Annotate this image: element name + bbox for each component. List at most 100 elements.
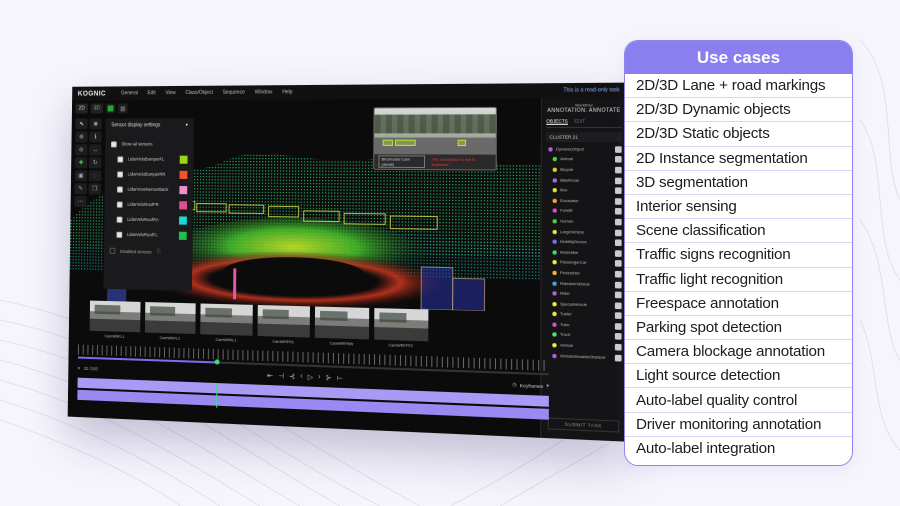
- sensor-row[interactable]: LidarVeloBumperFL: [111, 151, 188, 166]
- class-count-badge[interactable]: [614, 270, 622, 278]
- split-tool-button[interactable]: ⋯: [74, 196, 87, 208]
- class-item[interactable]: Bus: [546, 185, 622, 196]
- prev-keyframe-icon[interactable]: ⊣: [278, 372, 284, 381]
- class-count-badge[interactable]: [614, 249, 622, 257]
- sensor-checkbox[interactable]: [117, 155, 124, 162]
- camera-tool-button[interactable]: ◙: [89, 118, 102, 130]
- disabled-sensors-checkbox[interactable]: [109, 247, 116, 254]
- class-item[interactable]: Bicycle: [546, 165, 622, 176]
- fit-tool-button[interactable]: ⊖: [75, 144, 88, 156]
- sensor-row[interactable]: LidarVeloRoofRA: [110, 212, 187, 228]
- sensor-color-swatch[interactable]: [179, 185, 188, 194]
- camera-thumbnail[interactable]: CamWRRL1: [200, 303, 253, 346]
- show-all-checkbox[interactable]: [110, 140, 117, 147]
- camera-thumbnail[interactable]: CamWRFR1: [257, 304, 310, 348]
- sensor-color-swatch[interactable]: [178, 231, 187, 240]
- box-tool-button[interactable]: ▣: [74, 170, 88, 182]
- measure-tool-button[interactable]: ↔: [89, 144, 102, 156]
- class-item[interactable]: VehicleMovableObstacle: [546, 350, 622, 363]
- rotate-tool-button[interactable]: ↻: [88, 157, 102, 169]
- scrubber-handle[interactable]: [214, 359, 220, 365]
- class-count-badge[interactable]: [614, 260, 622, 268]
- class-item[interactable]: DynamicObject: [546, 144, 622, 154]
- class-count-badge[interactable]: [614, 354, 622, 362]
- camera-thumbnail[interactable]: CamWRFFF2: [373, 308, 429, 352]
- tab-objects[interactable]: OBJECTS: [546, 118, 568, 125]
- submit-task-button[interactable]: SUBMIT TASK: [547, 417, 620, 433]
- class-count-badge[interactable]: [614, 323, 622, 330]
- class-count-badge[interactable]: [615, 156, 622, 163]
- sensor-color-swatch[interactable]: [179, 200, 188, 209]
- class-count-badge[interactable]: [615, 166, 622, 174]
- expand-icon[interactable]: ▾: [78, 366, 80, 372]
- tab-edit[interactable]: EDIT: [574, 118, 585, 124]
- menu-general[interactable]: General: [121, 90, 138, 96]
- menu-edit[interactable]: Edit: [147, 90, 155, 96]
- brush-tool-button[interactable]: ✎: [74, 183, 87, 195]
- sensor-row[interactable]: LidarVoxelsensorBack: [110, 181, 188, 197]
- sensor-color-swatch[interactable]: [179, 215, 187, 225]
- class-count-badge[interactable]: [614, 177, 622, 184]
- sensor-checkbox[interactable]: [116, 201, 123, 208]
- menu-sequence[interactable]: Sequence: [223, 90, 245, 96]
- next-keyframe-icon[interactable]: ⊱: [326, 374, 332, 383]
- sensor-color-swatch[interactable]: [179, 155, 188, 164]
- class-count-badge[interactable]: [614, 187, 622, 195]
- disabled-sensors-row[interactable]: Disabled sensors ⓘ: [109, 247, 187, 255]
- class-count-badge[interactable]: [614, 197, 622, 205]
- sensor-color-swatch[interactable]: [179, 170, 188, 179]
- class-count-badge[interactable]: [615, 146, 622, 153]
- sensor-row[interactable]: LidarVeloRoofFL: [110, 227, 187, 243]
- sensor-checkbox[interactable]: [117, 170, 124, 178]
- camera-icon: ◙: [93, 120, 98, 127]
- copy-tool-button[interactable]: ❐: [88, 183, 102, 195]
- class-count-badge[interactable]: [614, 333, 622, 341]
- class-count-badge[interactable]: [614, 312, 622, 320]
- class-item[interactable]: Animal: [546, 154, 622, 165]
- class-count-badge[interactable]: [614, 239, 622, 247]
- keyframes-dropdown[interactable]: ◷ Keyframes ▾: [512, 382, 549, 390]
- sensor-row[interactable]: LidarVeloRoofFR: [110, 196, 188, 212]
- menu-view[interactable]: View: [165, 90, 175, 96]
- class-count-badge[interactable]: [614, 208, 622, 215]
- link-tool-button[interactable]: ◌: [88, 170, 102, 182]
- info-tool-button[interactable]: ℹ: [89, 131, 102, 143]
- skip-start-icon[interactable]: ⇤: [267, 372, 273, 380]
- play-icon[interactable]: ▷: [308, 373, 314, 382]
- collapse-icon[interactable]: ▾: [185, 122, 188, 128]
- menu-help[interactable]: Help: [282, 89, 292, 95]
- class-count-badge[interactable]: [614, 343, 622, 351]
- cluster-header[interactable]: CLUSTER 21: [546, 132, 622, 143]
- class-count-badge[interactable]: [614, 218, 622, 226]
- move-tool-button[interactable]: ✚: [74, 157, 88, 169]
- zoom-tool-button[interactable]: ⊕: [75, 131, 88, 143]
- sensor-checkbox[interactable]: [116, 231, 123, 238]
- menu-class-object[interactable]: Class/Object: [185, 90, 213, 96]
- use-case-item: Parking spot detection: [625, 316, 852, 341]
- step-forward-icon[interactable]: ›: [318, 373, 320, 381]
- next-keyframe-alt-icon[interactable]: ⊢: [337, 374, 343, 383]
- sensor-checkbox[interactable]: [116, 216, 123, 223]
- class-count-badge[interactable]: [614, 281, 622, 288]
- camera-label: CamWRFL1: [104, 334, 125, 339]
- camera-thumbnail[interactable]: CamWRFL1: [89, 300, 141, 343]
- class-count-badge[interactable]: [614, 229, 622, 236]
- menu-window[interactable]: Window: [255, 89, 273, 95]
- class-name: Pedestrian: [560, 270, 580, 276]
- step-back-icon[interactable]: ‹: [300, 373, 302, 381]
- show-all-sensors-row[interactable]: Show all sensors: [110, 136, 188, 151]
- class-color-dot: [552, 167, 557, 172]
- sensor-row[interactable]: LidarVeloBumperRR: [111, 166, 188, 182]
- class-item[interactable]: BikeRoute: [546, 175, 622, 186]
- class-count-badge[interactable]: [614, 291, 622, 299]
- camera-thumbnail[interactable]: CamWRFRW: [314, 306, 369, 350]
- class-count-badge[interactable]: [614, 302, 622, 309]
- camera-thumbnail[interactable]: CamWRFL2: [144, 302, 196, 344]
- sensor-checkbox[interactable]: [117, 186, 123, 193]
- select-tool-button[interactable]: ⬉: [75, 118, 88, 130]
- use-case-item: Light source detection: [625, 364, 852, 389]
- camera-preview[interactable]: Birdmodel Cam (detail) The annotation is…: [373, 106, 497, 171]
- class-color-dot: [552, 343, 557, 348]
- help-icon[interactable]: ⓘ: [156, 249, 160, 255]
- prev-keyframe-alt-icon[interactable]: ⊰: [289, 372, 295, 381]
